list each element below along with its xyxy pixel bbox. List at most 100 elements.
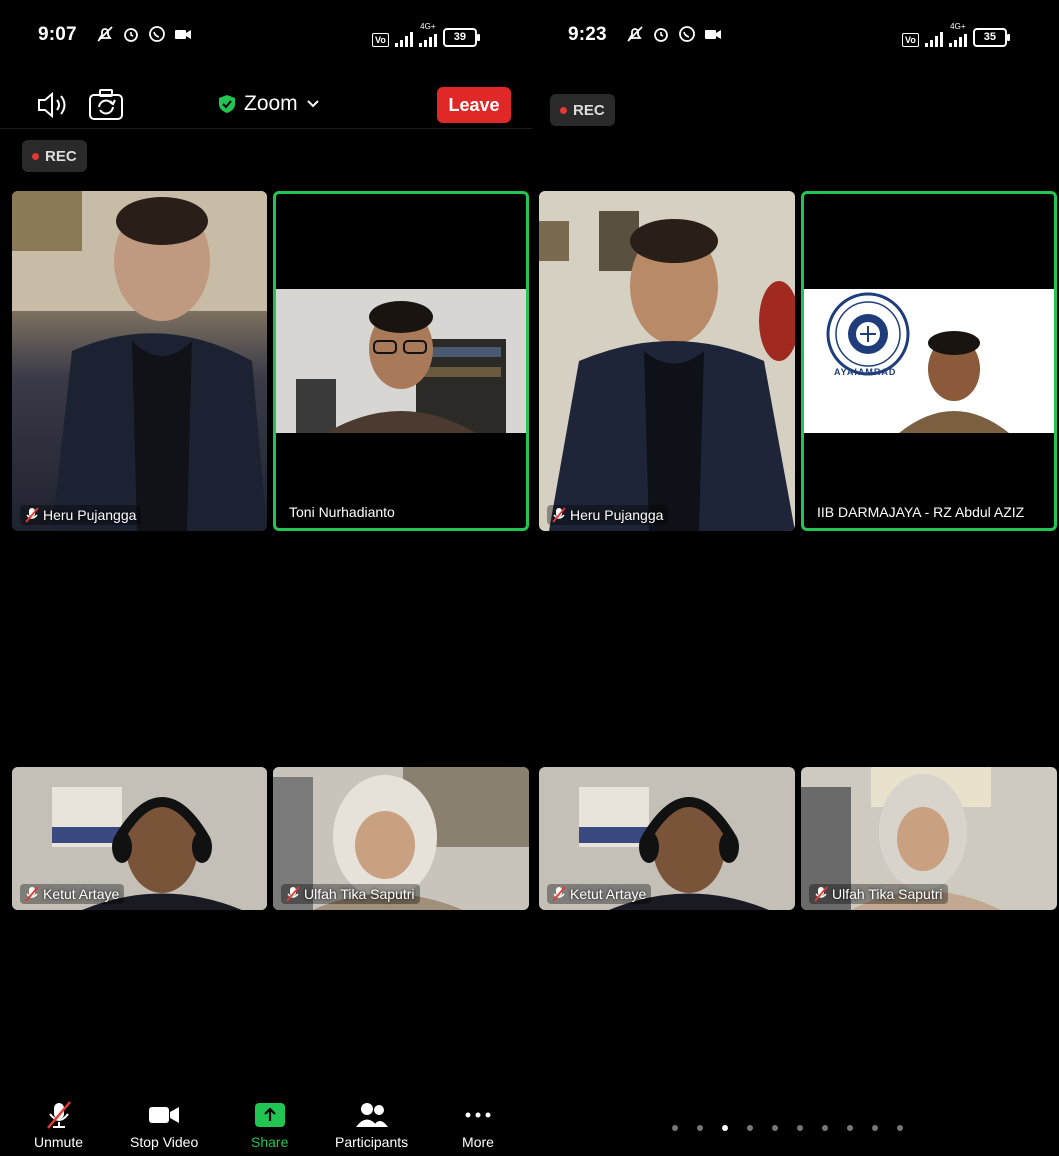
video-notification-icon xyxy=(705,30,721,39)
mic-muted-icon xyxy=(552,886,566,902)
participant-label: Ketut Artaye xyxy=(547,884,652,904)
status-time: 9:23 xyxy=(568,24,607,45)
page-dot[interactable] xyxy=(747,1125,753,1131)
status-bar: 9:23 Vo 4G+ 35 xyxy=(532,0,1059,60)
meeting-title-dropdown[interactable]: Zoom xyxy=(218,92,320,116)
participant-video: AYAIAMRAD xyxy=(804,289,1054,433)
page-dot[interactable] xyxy=(847,1125,853,1131)
video-tile[interactable]: Heru Pujangga xyxy=(12,191,267,531)
meeting-title: Zoom xyxy=(244,92,298,115)
participant-label: Ulfah Tika Saputri xyxy=(809,884,948,904)
recording-indicator[interactable]: REC xyxy=(550,94,615,126)
participant-name: Toni Nurhadianto xyxy=(289,504,395,520)
participant-video xyxy=(539,191,795,531)
mic-muted-icon xyxy=(286,886,300,902)
participants-button[interactable]: Participants xyxy=(335,1100,408,1150)
whatsapp-icon xyxy=(149,26,165,42)
participant-label: Toni Nurhadianto xyxy=(284,502,400,522)
volte-icon: Vo xyxy=(902,33,919,47)
signal-icon xyxy=(394,31,413,47)
alarm-icon xyxy=(654,28,668,42)
participant-name: Ulfah Tika Saputri xyxy=(304,886,415,902)
system-indicators: Vo 4G+ 35 xyxy=(902,22,1010,47)
right-screenshot: 9:23 Vo 4G+ 35 REC Heru Pujangga AYAIAMR… xyxy=(532,0,1059,1156)
page-dot[interactable] xyxy=(772,1125,778,1131)
leave-button[interactable]: Leave xyxy=(437,87,511,123)
video-camera-icon xyxy=(149,1107,180,1123)
signal-icon xyxy=(924,31,943,47)
notification-icons xyxy=(626,25,722,43)
logo-text: AYAIAMRAD xyxy=(834,367,897,377)
switch-camera-icon[interactable] xyxy=(88,88,124,122)
participant-label: Ketut Artaye xyxy=(20,884,125,904)
divider xyxy=(0,128,532,129)
status-bar: 9:07 Vo 4G+ 39 xyxy=(0,0,532,60)
share-button[interactable]: Share xyxy=(251,1100,288,1150)
participant-label: IIB DARMAJAYA - RZ Abdul AZIZ xyxy=(812,502,1029,522)
mic-muted-icon xyxy=(25,507,39,523)
recording-label: REC xyxy=(45,147,77,165)
notification-icons xyxy=(96,25,192,43)
page-dot[interactable] xyxy=(672,1125,678,1131)
participant-video xyxy=(12,191,267,531)
page-dot[interactable] xyxy=(797,1125,803,1131)
page-dot[interactable] xyxy=(872,1125,878,1131)
page-dot[interactable] xyxy=(697,1125,703,1131)
signal-4g-icon: 4G+ xyxy=(948,22,967,47)
active-speaker-tile[interactable]: Toni Nurhadianto xyxy=(273,191,529,531)
meeting-controls: Unmute Stop Video Share Participants Mor… xyxy=(0,1094,532,1156)
mic-muted-icon xyxy=(25,886,39,902)
system-indicators: Vo 4G+ 39 xyxy=(372,23,480,47)
alarm-icon xyxy=(124,28,138,42)
video-notification-icon xyxy=(175,30,191,39)
share-icon xyxy=(254,1103,285,1127)
participant-label: Ulfah Tika Saputri xyxy=(281,884,420,904)
participant-label: Heru Pujangga xyxy=(20,505,142,525)
more-button[interactable]: More xyxy=(461,1100,495,1150)
mic-muted-icon xyxy=(552,507,566,523)
video-tile[interactable]: Ulfah Tika Saputri xyxy=(273,767,529,910)
participant-name: Ketut Artaye xyxy=(43,886,120,902)
whatsapp-icon xyxy=(679,26,695,42)
page-dot[interactable] xyxy=(822,1125,828,1131)
mute-bell-icon xyxy=(97,26,113,42)
active-speaker-tile[interactable]: AYAIAMRAD IIB DARMAJAYA - RZ Abdul AZIZ xyxy=(801,191,1057,531)
mic-muted-icon xyxy=(814,886,828,902)
page-dot[interactable] xyxy=(897,1125,903,1131)
participants-label: Participants xyxy=(335,1134,409,1150)
participant-video xyxy=(276,289,526,433)
mic-muted-icon xyxy=(46,1101,71,1129)
participant-name: Ulfah Tika Saputri xyxy=(832,886,943,902)
share-label: Share xyxy=(251,1134,289,1150)
meeting-top-bar: Zoom Leave xyxy=(0,84,532,128)
record-dot-icon xyxy=(560,106,567,114)
page-dot[interactable] xyxy=(722,1125,728,1131)
video-tile[interactable]: Ulfah Tika Saputri xyxy=(801,767,1057,910)
participant-name: IIB DARMAJAYA - RZ Abdul AZIZ xyxy=(817,504,1025,520)
video-tile[interactable]: Heru Pujangga xyxy=(539,191,795,531)
stop-video-label: Stop Video xyxy=(130,1134,199,1150)
participant-label: Heru Pujangga xyxy=(547,505,669,525)
battery-icon: 39 xyxy=(442,28,480,47)
network-type: 4G+ xyxy=(950,22,966,31)
battery-icon: 35 xyxy=(972,28,1010,47)
unmute-button[interactable]: Unmute xyxy=(34,1100,83,1150)
more-label: More xyxy=(462,1134,494,1150)
university-logo xyxy=(826,292,1009,433)
chevron-down-icon xyxy=(306,100,319,108)
recording-label: REC xyxy=(573,101,605,119)
status-time: 9:07 xyxy=(38,24,77,45)
shield-check-icon xyxy=(219,95,235,113)
record-dot-icon xyxy=(32,152,39,160)
recording-indicator[interactable]: REC xyxy=(22,140,87,172)
mute-bell-icon xyxy=(627,26,643,42)
participants-icon xyxy=(355,1103,388,1127)
signal-4g-icon: 4G+ xyxy=(418,23,437,47)
participant-name: Heru Pujangga xyxy=(570,507,664,523)
stop-video-button[interactable]: Stop Video xyxy=(130,1100,198,1150)
page-indicator[interactable] xyxy=(672,1125,903,1131)
speaker-icon[interactable] xyxy=(36,90,72,120)
participant-name: Heru Pujangga xyxy=(43,507,137,523)
video-tile[interactable]: Ketut Artaye xyxy=(539,767,795,910)
video-tile[interactable]: Ketut Artaye xyxy=(12,767,267,910)
